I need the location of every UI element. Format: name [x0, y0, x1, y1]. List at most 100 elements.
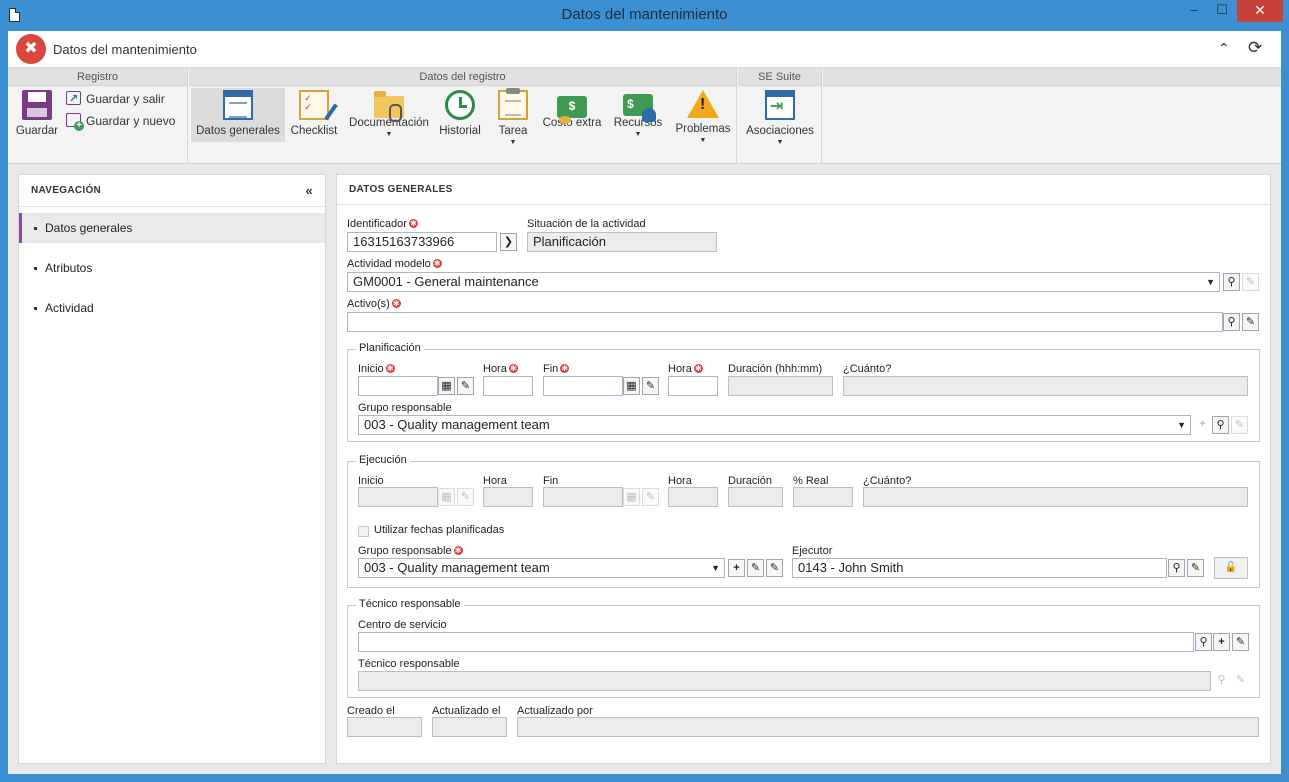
planned-start-hour-label: Hora ✱ — [483, 363, 518, 375]
execution-fieldset: Ejecución Inicio ▦ ✎ Hora Fin ▦ ✎ Hora D… — [347, 454, 1260, 588]
technician-title: Técnico responsable — [356, 598, 464, 610]
pencil-icon[interactable]: ✎ — [747, 559, 764, 577]
resources-money-user-icon — [623, 94, 656, 122]
binoculars-icon[interactable]: ⚲ — [1212, 416, 1229, 434]
minimize-button[interactable]: ‒ — [1180, 0, 1208, 22]
calendar-icon[interactable]: ▦ — [623, 377, 640, 395]
required-icon: ✱ — [432, 259, 442, 268]
extra-cost-button[interactable]: Costo extra — [541, 88, 603, 142]
eraser-icon: ✎ — [642, 488, 659, 506]
planned-end-hour-input[interactable] — [668, 376, 718, 396]
execution-start-hour-label: Hora — [483, 475, 507, 487]
window-title: Datos del mantenimiento — [561, 6, 728, 23]
nav-item-atributos[interactable]: Atributos — [19, 253, 325, 283]
close-button[interactable]: ✕ — [1237, 0, 1283, 22]
collapse-navigation-icon[interactable]: « — [305, 175, 313, 207]
history-label: Historial — [439, 125, 481, 137]
eraser-icon[interactable]: ✎ — [1242, 273, 1259, 291]
technician-label: Técnico responsable — [358, 658, 460, 670]
required-icon: ✱ — [453, 546, 463, 555]
plus-icon[interactable]: + — [728, 559, 745, 577]
nav-item-datos-generales[interactable]: Datos generales — [19, 213, 325, 243]
planned-end-input[interactable] — [543, 376, 623, 396]
associations-icon — [765, 90, 795, 120]
eraser-icon[interactable]: ✎ — [457, 377, 474, 395]
search-icon[interactable]: ⚲ — [1223, 313, 1240, 331]
planned-duration-field — [728, 376, 833, 396]
search-icon[interactable]: ⚲ — [1195, 633, 1212, 651]
history-button[interactable]: Historial — [437, 88, 483, 142]
required-icon: ✱ — [408, 219, 418, 228]
collapse-ribbon-icon[interactable]: ⌃ — [1218, 40, 1230, 57]
general-data-label: Datos generales — [196, 125, 280, 137]
use-planned-dates-label: Utilizar fechas planificadas — [374, 524, 505, 536]
save-icon — [22, 90, 52, 120]
ribbon-empty-area — [823, 68, 1281, 164]
eraser-icon[interactable]: ✎ — [1231, 416, 1248, 434]
navigation-header: NAVEGACIÓN « — [19, 175, 325, 207]
plus-icon[interactable]: + — [1213, 633, 1230, 651]
situation-label: Situación de la actividad — [527, 218, 646, 230]
model-activity-select[interactable]: GM0001 - General maintenance ▼ — [347, 272, 1220, 292]
planned-duration-label: Duración (hhh:mm) — [728, 363, 823, 375]
dropdown-arrow-icon: ▼ — [699, 137, 707, 144]
save-button[interactable]: Guardar — [12, 88, 62, 142]
eraser-icon[interactable]: ✎ — [766, 559, 783, 577]
execution-start-field — [358, 487, 438, 507]
folder-clip-icon — [374, 91, 404, 122]
chevron-down-icon: ▼ — [711, 563, 720, 573]
ribbon-group-label: SE Suite — [738, 68, 821, 86]
required-icon: ✱ — [391, 299, 401, 308]
general-data-button[interactable]: Datos generales — [191, 88, 285, 142]
window-icon — [223, 90, 253, 120]
maximize-button[interactable]: ☐ — [1208, 0, 1236, 22]
save-exit-label: Guardar y salir — [86, 92, 165, 106]
ribbon-group-registro: Registro Guardar Guardar y salir Guardar… — [8, 68, 188, 164]
assets-input[interactable] — [347, 312, 1223, 332]
eraser-icon[interactable]: ✎ — [642, 377, 659, 395]
task-button[interactable]: Tarea ▼ — [493, 88, 533, 146]
checklist-button[interactable]: Checklist — [288, 88, 340, 142]
calendar-icon: ▦ — [623, 488, 640, 506]
associations-button[interactable]: Asociaciones ▼ — [744, 88, 816, 146]
planned-start-hour-input[interactable] — [483, 376, 533, 396]
next-arrow-icon[interactable]: ❯ — [500, 233, 517, 251]
nav-item-actividad[interactable]: Actividad — [19, 293, 325, 323]
dropdown-arrow-icon: ▼ — [509, 139, 517, 146]
planned-end-hour-label-text: Hora — [668, 363, 692, 375]
use-planned-dates-checkbox[interactable] — [358, 526, 369, 537]
updated-by-field — [517, 717, 1259, 737]
created-field — [347, 717, 422, 737]
lock-icon[interactable]: 🔓 — [1214, 557, 1248, 579]
eraser-icon[interactable]: ✎ — [1232, 633, 1249, 651]
save-exit-button[interactable]: Guardar y salir — [66, 90, 165, 108]
problems-button[interactable]: Problemas ▼ — [673, 88, 733, 144]
model-activity-label-text: Actividad modelo — [347, 258, 431, 270]
app-title: Datos del mantenimiento — [53, 42, 197, 57]
plus-icon[interactable]: + — [1194, 416, 1211, 434]
binoculars-icon[interactable]: ⚲ — [1223, 273, 1240, 291]
refresh-icon[interactable]: ⟳ — [1248, 38, 1262, 58]
service-center-input[interactable] — [358, 632, 1194, 652]
execution-group-label: Grupo responsable ✱ — [358, 545, 463, 557]
documentation-button[interactable]: Documentación ▼ — [347, 88, 431, 142]
calendar-icon: ▦ — [438, 488, 455, 506]
identifier-input[interactable]: 16315163733966 — [347, 232, 497, 252]
calendar-icon[interactable]: ▦ — [438, 377, 455, 395]
planned-start-input[interactable] — [358, 376, 438, 396]
planned-group-select[interactable]: 003 - Quality management team ▼ — [358, 415, 1191, 435]
ribbon-group-label: Datos del registro — [189, 68, 736, 86]
eraser-icon[interactable]: ✎ — [1242, 313, 1259, 331]
resources-button[interactable]: Recursos ▼ — [611, 88, 665, 142]
search-icon[interactable]: ⚲ — [1168, 559, 1185, 577]
navigation-title: NAVEGACIÓN — [31, 185, 102, 196]
save-new-button[interactable]: Guardar y nuevo — [66, 112, 175, 131]
execution-start-hour-field — [483, 487, 533, 507]
planning-fieldset: Planificación Inicio ✱ ▦ ✎ Hora ✱ Fin ✱ ▦ ✎… — [347, 342, 1260, 442]
dropdown-arrow-icon: ▼ — [634, 131, 642, 138]
executor-input[interactable]: 0143 - John Smith — [792, 558, 1167, 578]
execution-group-select[interactable]: 003 - Quality management team ▼ — [358, 558, 725, 578]
planning-title: Planificación — [356, 342, 424, 354]
chevron-down-icon: ▼ — [1177, 420, 1186, 430]
eraser-icon[interactable]: ✎ — [1187, 559, 1204, 577]
